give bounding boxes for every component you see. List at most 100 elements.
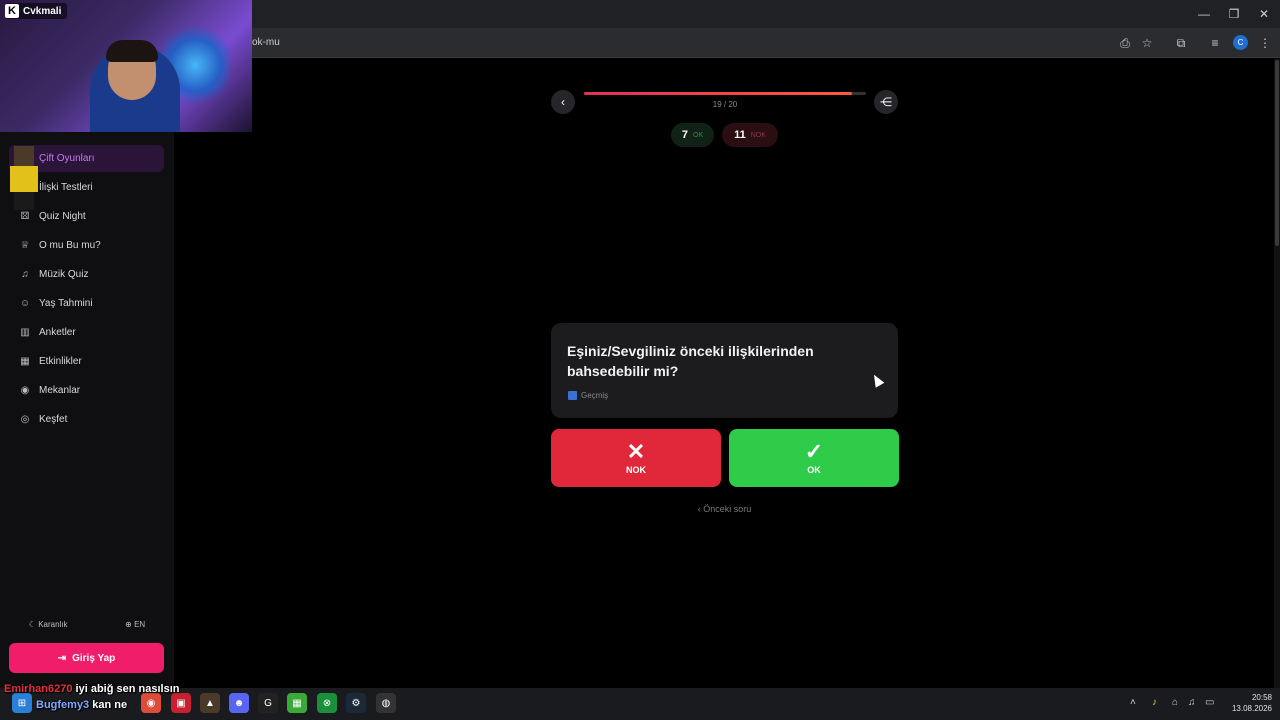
channel-tag: K Cvkmali [5,3,68,19]
sidebar-item-label: Etkinlikler [39,356,82,367]
sidebar-item-yas-tahmini[interactable]: ☺ Yaş Tahmini [9,290,164,317]
chat-text: iyi abiğ sen nasılsın [75,683,180,695]
taskbar [0,688,1280,720]
clock-time: 20:58 [1251,693,1272,702]
moon-icon: ☾ [28,619,39,629]
sidebar: ♡ Çift Oyunları ♡ İlişki Testleri ⚄ Quiz… [0,132,174,688]
page-scrollbar-thumb[interactable] [1275,60,1279,246]
chrome-icon[interactable]: ◉ [141,693,161,713]
score-nok-badge: 11 NOK [722,123,778,147]
profile-avatar[interactable]: C [1233,35,1248,50]
discord-icon[interactable]: ☻ [229,693,249,713]
chevron-left-icon: ‹ [561,95,565,109]
sidebar-item-label: Çift Oyunları [39,153,95,164]
score-ok-count: 7 [681,129,688,141]
trophy-icon: ♕ [20,240,30,251]
chat-username: Emirhan6270 [4,683,73,695]
media-control-icon[interactable]: ≡ [1204,32,1226,54]
steam-icon[interactable]: ⚙ [346,693,366,713]
score-nok-label: NOK [750,131,766,139]
ok-button[interactable]: ✓ OK [729,429,899,487]
app-red-icon[interactable]: ▣ [171,693,191,713]
chat-username: Bugfemy3 [36,699,90,711]
battery-icon[interactable]: ▭ [1205,697,1214,708]
restore-icon[interactable]: ❐ [1218,0,1250,28]
dice-icon: ⚄ [20,211,30,222]
nok-button[interactable]: ✕ NOK [551,429,721,487]
sidebar-item-etkinlikler[interactable]: ▦ Etkinlikler [9,348,164,375]
compass-icon: ◎ [20,414,30,425]
question-text: Eşiniz/Sevgiliniz önceki ilişkilerinden … [567,343,814,379]
sidebar-item-label: İlişki Testleri [39,182,93,193]
question-card: Eşiniz/Sevgiliniz önceki ilişkilerinden … [551,323,898,418]
share-button[interactable]: ⋲ [874,90,898,114]
login-icon: ⇥ [57,652,67,664]
sidebar-item-label: O mu Bu mu? [39,240,101,251]
score-ok-label: OK [693,131,704,139]
logitech-icon[interactable]: G [258,693,278,713]
xbox-icon[interactable]: ⊗ [317,693,337,713]
taskbar-clock[interactable]: 20:58 13.08.2026 [1222,692,1272,714]
microphone-icon[interactable]: ♪ [1152,697,1157,708]
question-counter: 19 / 20 [712,100,738,109]
score-ok-badge: 7 OK [671,123,714,147]
sidebar-item-label: Mekanlar [39,385,81,396]
stream-avatar-sprite [4,146,44,210]
sidebar-item-muzik-quiz[interactable]: ♫ Müzik Quiz [9,261,164,288]
login-label: Giriş Yap [72,652,116,664]
clock-date: 13.08.2026 [1231,704,1272,713]
obs-icon[interactable]: ◍ [376,693,396,713]
bookmark-star-icon[interactable]: ☆ [1136,32,1158,54]
chat-message: Bugfemy3 kan ne [36,699,127,711]
progress-bar [584,92,866,95]
sidebar-item-o-mu-bu-mu[interactable]: ♕ O mu Bu mu? [9,232,164,259]
progress-fill [584,92,852,95]
screen: — ❐ ✕ ok-mu ⎙ ☆ ⧉ ≡ ⋮ C ♡ Çift Oyunları … [0,0,1280,720]
theme-toggle[interactable]: ☾ Karanlık [29,620,68,629]
sidebar-item-anketler[interactable]: ▥ Anketler [9,319,164,346]
network-icon[interactable]: ⌂ [1172,697,1178,708]
language-label: EN [134,619,146,629]
sidebar-item-label: Müzik Quiz [39,269,89,280]
sidebar-item-mekanlar[interactable]: ◉ Mekanlar [9,377,164,404]
sidebar-item-label: Keşfet [39,414,68,425]
sidebar-item-label: Quiz Night [39,211,86,222]
sidebar-footer: ☾ Karanlık ⊕ EN [0,614,174,634]
bar-chart-icon: ▥ [20,327,30,338]
sidebar-item-label: Anketler [39,327,76,338]
chat-message: Emirhan6270 iyi abiğ sen nasılsın [4,683,179,695]
install-app-icon[interactable]: ⎙ [1114,32,1136,54]
volume-icon[interactable]: ♫ [1188,697,1196,708]
x-icon: ✕ [626,439,646,464]
language-toggle[interactable]: ⊕ EN [125,620,145,629]
game-icon[interactable]: ▲ [200,693,220,713]
previous-question-link[interactable]: ‹ Önceki soru [551,504,898,514]
baby-icon: ☺ [19,298,31,309]
back-button[interactable]: ‹ [551,90,575,114]
minimize-icon[interactable]: — [1188,0,1220,28]
extensions-icon[interactable]: ⧉ [1170,32,1192,54]
history-icon [568,391,577,400]
map-pin-icon: ◉ [20,385,30,396]
windows-start-icon[interactable]: ⊞ [12,693,32,713]
headphones-icon: ♫ [21,269,29,280]
sidebar-item-kesfet[interactable]: ◎ Keşfet [9,406,164,433]
question-category: Geçmiş [568,391,608,400]
close-window-icon[interactable]: ✕ [1248,0,1280,28]
calendar-icon: ▦ [20,356,30,367]
address-bar[interactable]: ok-mu [252,32,1112,54]
sidebar-item-label: Yaş Tahmini [39,298,93,309]
chat-text: kan ne [92,699,128,711]
kick-logo-icon: K [5,4,19,18]
category-label: Geçmiş [581,391,609,400]
nok-label: NOK [626,465,646,475]
globe-icon: ⊕ [125,619,135,629]
share-icon: ⋲ [880,95,892,109]
login-button[interactable]: ⇥ Giriş Yap [9,643,164,673]
previous-label: Önceki soru [703,504,752,514]
tray-chevron-icon[interactable]: ˄ [1130,697,1136,708]
browser-menu-icon[interactable]: ⋮ [1254,32,1276,54]
channel-name: Cvkmali [23,5,62,17]
ok-label: OK [807,465,821,475]
minecraft-icon[interactable]: ▦ [287,693,307,713]
